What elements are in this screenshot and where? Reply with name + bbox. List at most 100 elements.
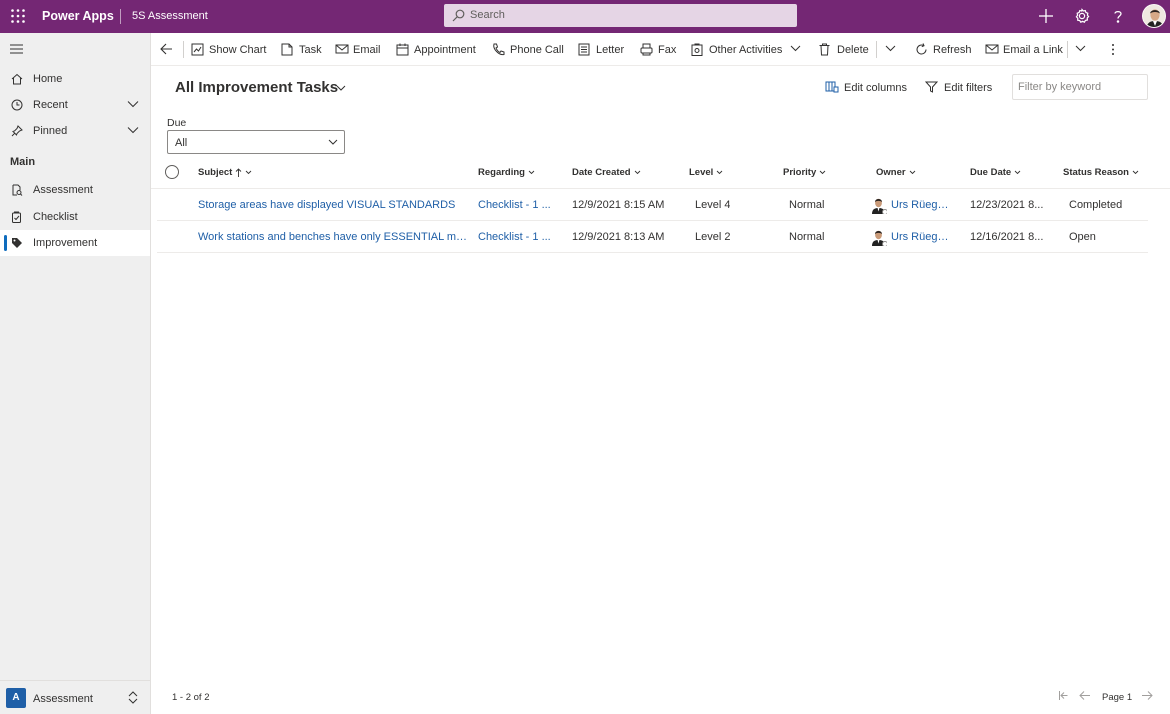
cell-due-date: 12/23/2021 8... [970,199,1044,211]
separator [183,41,184,58]
first-page-icon [1058,690,1069,701]
pin-icon [11,125,23,137]
filter-by-keyword-input[interactable] [1012,74,1148,100]
chevron-up-down-icon [128,691,138,704]
area-badge: A [6,688,26,708]
more-options-button[interactable] [1111,33,1117,66]
column-header-subject[interactable]: Subject [198,167,252,178]
cell-subject[interactable]: Work stations and benches have only ESSE… [198,231,468,243]
command-label: Delete [837,44,869,56]
sidebar-item-pinned[interactable]: Pinned [0,118,150,144]
sidebar-item-assessment[interactable]: Assessment [0,177,150,203]
sidebar-item-improvement[interactable]: Improvement [0,230,150,256]
cell-status-reason: Completed [1069,199,1123,211]
letter-icon [578,43,590,56]
activities-icon [691,43,703,56]
filter-icon [925,81,938,93]
topbar-divider [120,9,121,24]
chevron-down-icon[interactable] [127,100,139,108]
column-header-priority[interactable]: Priority [783,167,826,178]
refresh-icon [915,43,928,56]
sidebar-item-recent[interactable]: Recent [0,92,150,118]
area-switcher[interactable]: A Assessment [0,680,150,714]
command-label: Letter [596,44,625,56]
column-header-owner[interactable]: Owner [876,167,916,178]
cell-status-reason: Open [1069,231,1096,243]
next-page-button[interactable] [1141,690,1153,701]
select-all-checkbox[interactable] [165,165,179,179]
column-header-level[interactable]: Level [689,167,723,178]
cell-regarding[interactable]: Checklist - 1 ... [478,231,553,243]
chevron-down-icon [1075,45,1086,52]
command-label: Email a Link [1003,44,1063,56]
command-label: Other Activities [709,44,783,56]
brand-name[interactable]: Power Apps [42,9,114,23]
home-icon [11,73,23,85]
more-commands-dropdown[interactable] [885,33,897,66]
chevron-down-icon [245,170,252,175]
chevron-down-icon [528,170,535,175]
gear-icon[interactable] [1072,6,1092,26]
column-header-label: Regarding [478,167,525,178]
chevron-down-icon[interactable] [336,85,346,91]
plus-icon[interactable] [1036,6,1056,26]
due-filter-select[interactable]: All [167,130,345,154]
email-link-icon [985,43,999,55]
task-icon [281,43,293,56]
email-link-dropdown[interactable] [1075,33,1087,66]
hamburger-icon[interactable] [10,44,23,54]
chevron-down-icon [1014,170,1021,175]
sidebar-item-label: Checklist [33,211,78,223]
sidebar-item-label: Assessment [33,184,93,196]
command-label: Fax [658,44,677,56]
app-name[interactable]: 5S Assessment [132,10,208,22]
first-page-button[interactable] [1058,690,1069,701]
arrow-left-icon [160,43,173,55]
column-header-date-created[interactable]: Date Created [572,167,641,178]
avatar[interactable] [1142,4,1166,28]
other-activities-dropdown[interactable] [790,33,802,66]
edit-columns-icon [825,81,839,93]
chevron-down-icon[interactable] [127,126,139,134]
phone-icon [492,43,505,56]
search-box[interactable]: Search [444,4,797,27]
help-icon[interactable] [1108,6,1128,26]
waffle-icon[interactable] [10,8,26,24]
cell-owner[interactable]: Urs Rüegg (... [891,199,953,211]
column-header-due-date[interactable]: Due Date [970,167,1021,178]
area-label: Assessment [33,693,93,705]
cell-regarding[interactable]: Checklist - 1 ... [478,199,553,211]
sidebar-item-label: Recent [33,99,68,111]
edit-columns-label: Edit columns [844,82,907,94]
sidebar-item-home[interactable]: Home [0,66,150,92]
search-icon [452,9,465,22]
sidebar-item-checklist[interactable]: Checklist [0,204,150,230]
calendar-icon [396,43,409,56]
fax-icon [640,43,653,56]
clock-icon [11,99,23,111]
presence-indicator [882,209,887,214]
checklist-icon [11,211,23,223]
chevron-down-icon [716,170,723,175]
sort-ascending-icon [235,167,242,178]
cell-priority: Normal [789,199,825,211]
command-label: Refresh [933,44,972,56]
column-header-label: Level [689,167,714,178]
cell-due-date: 12/16/2021 8... [970,231,1044,243]
column-header-status-reason[interactable]: Status Reason [1063,167,1139,178]
due-filter-label: Due [167,117,187,129]
chevron-down-icon [790,45,801,52]
table-row[interactable]: Storage areas have displayed VISUAL STAN… [157,189,1148,221]
email-icon [335,43,349,55]
column-header-regarding[interactable]: Regarding [478,167,535,178]
table-row[interactable]: Work stations and benches have only ESSE… [157,221,1148,253]
cell-subject[interactable]: Storage areas have displayed VISUAL STAN… [198,199,468,211]
back-button[interactable] [160,33,174,66]
previous-page-button[interactable] [1079,690,1091,701]
grid-header: Subject Regarding Date Created Level Pri… [151,158,1170,189]
column-header-label: Priority [783,167,817,178]
view-title[interactable]: All Improvement Tasks [175,79,338,96]
cell-owner[interactable]: Urs Rüegg (... [891,231,953,243]
due-filter-value: All [175,137,188,149]
chevron-down-icon [819,170,826,175]
